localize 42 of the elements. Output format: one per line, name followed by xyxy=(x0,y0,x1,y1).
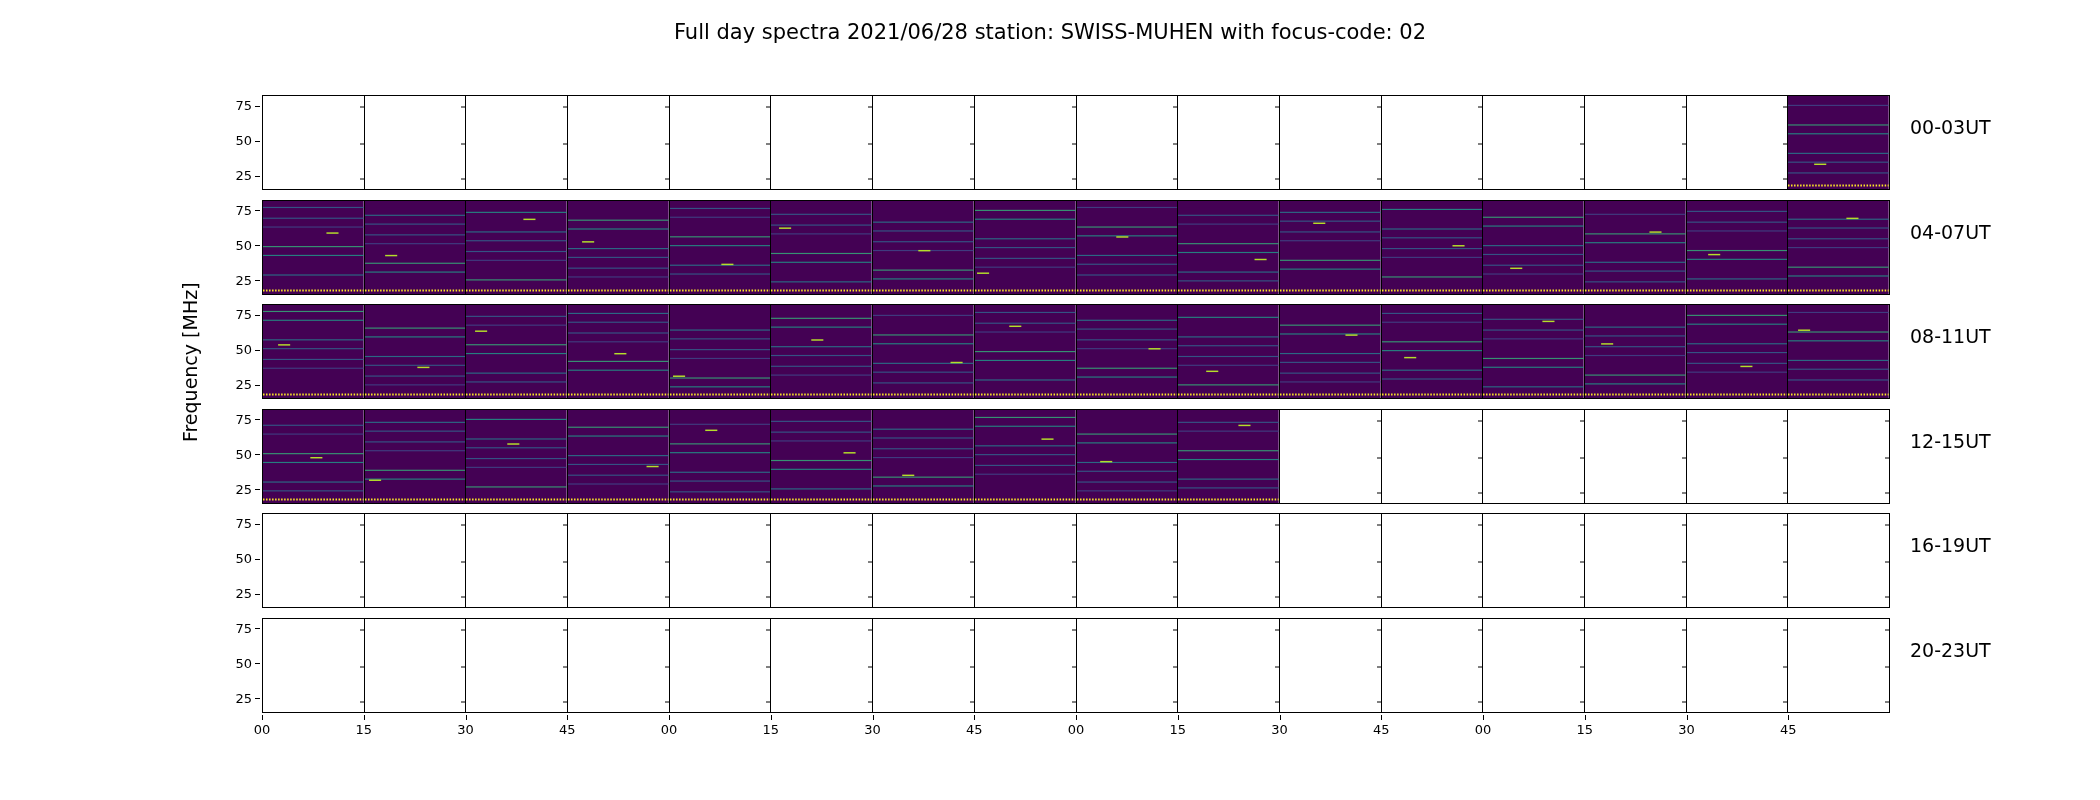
tick-label: 45 xyxy=(1373,720,1390,739)
tick-label: 25 xyxy=(235,481,252,498)
tick-label: 25 xyxy=(235,586,252,602)
tick-label: 50 xyxy=(235,551,252,567)
tick-label: 25 xyxy=(235,690,252,707)
tick-label: 50 xyxy=(235,342,252,358)
row-label: 16-19UT xyxy=(1910,534,1991,556)
tick-label: 75 xyxy=(235,516,252,532)
row-label: 12-15UT xyxy=(1910,429,1991,452)
chart-title: Full day spectra 2021/06/28 station: SWISS-MUHEN with focus-code: 02 xyxy=(673,18,1427,46)
tick-label: 75 xyxy=(235,202,252,219)
tick-label: 45 xyxy=(1780,720,1797,739)
axis-label: Frequency [MHz] xyxy=(177,282,202,442)
tick-label: 15 xyxy=(762,720,779,739)
row-label: 00-03UT xyxy=(1910,116,1991,138)
tick-label: 45 xyxy=(559,720,576,739)
tick-label: 75 xyxy=(235,98,252,114)
tick-label: 50 xyxy=(235,655,252,672)
tick-label: 25 xyxy=(235,168,252,184)
row-label: 20-23UT xyxy=(1910,638,1991,661)
tick-label: 15 xyxy=(1169,720,1186,739)
tick-label: 50 xyxy=(235,237,252,254)
tick-label: 30 xyxy=(1271,720,1288,739)
tick-label: 00 xyxy=(660,720,678,739)
tick-label: 50 xyxy=(235,133,252,149)
tick-label: 50 xyxy=(235,446,252,463)
tick-label: 45 xyxy=(966,720,983,739)
tick-label: 30 xyxy=(1678,720,1695,739)
tick-label: 30 xyxy=(457,720,474,739)
tick-label: 75 xyxy=(235,620,252,637)
tick-label: 75 xyxy=(235,307,252,323)
tick-label: 75 xyxy=(235,411,252,428)
row-label: 08-11UT xyxy=(1910,325,1991,347)
tick-label: 25 xyxy=(235,377,252,393)
tick-label: 00 xyxy=(1067,720,1085,739)
tick-label: 25 xyxy=(235,272,252,289)
tick-label: 15 xyxy=(355,720,372,739)
tick-label: 15 xyxy=(1576,720,1593,739)
tick-label: 30 xyxy=(864,720,881,739)
tick-label: 00 xyxy=(1474,720,1492,739)
tick-label: 00 xyxy=(253,720,271,739)
row-label: 04-07UT xyxy=(1910,220,1991,243)
